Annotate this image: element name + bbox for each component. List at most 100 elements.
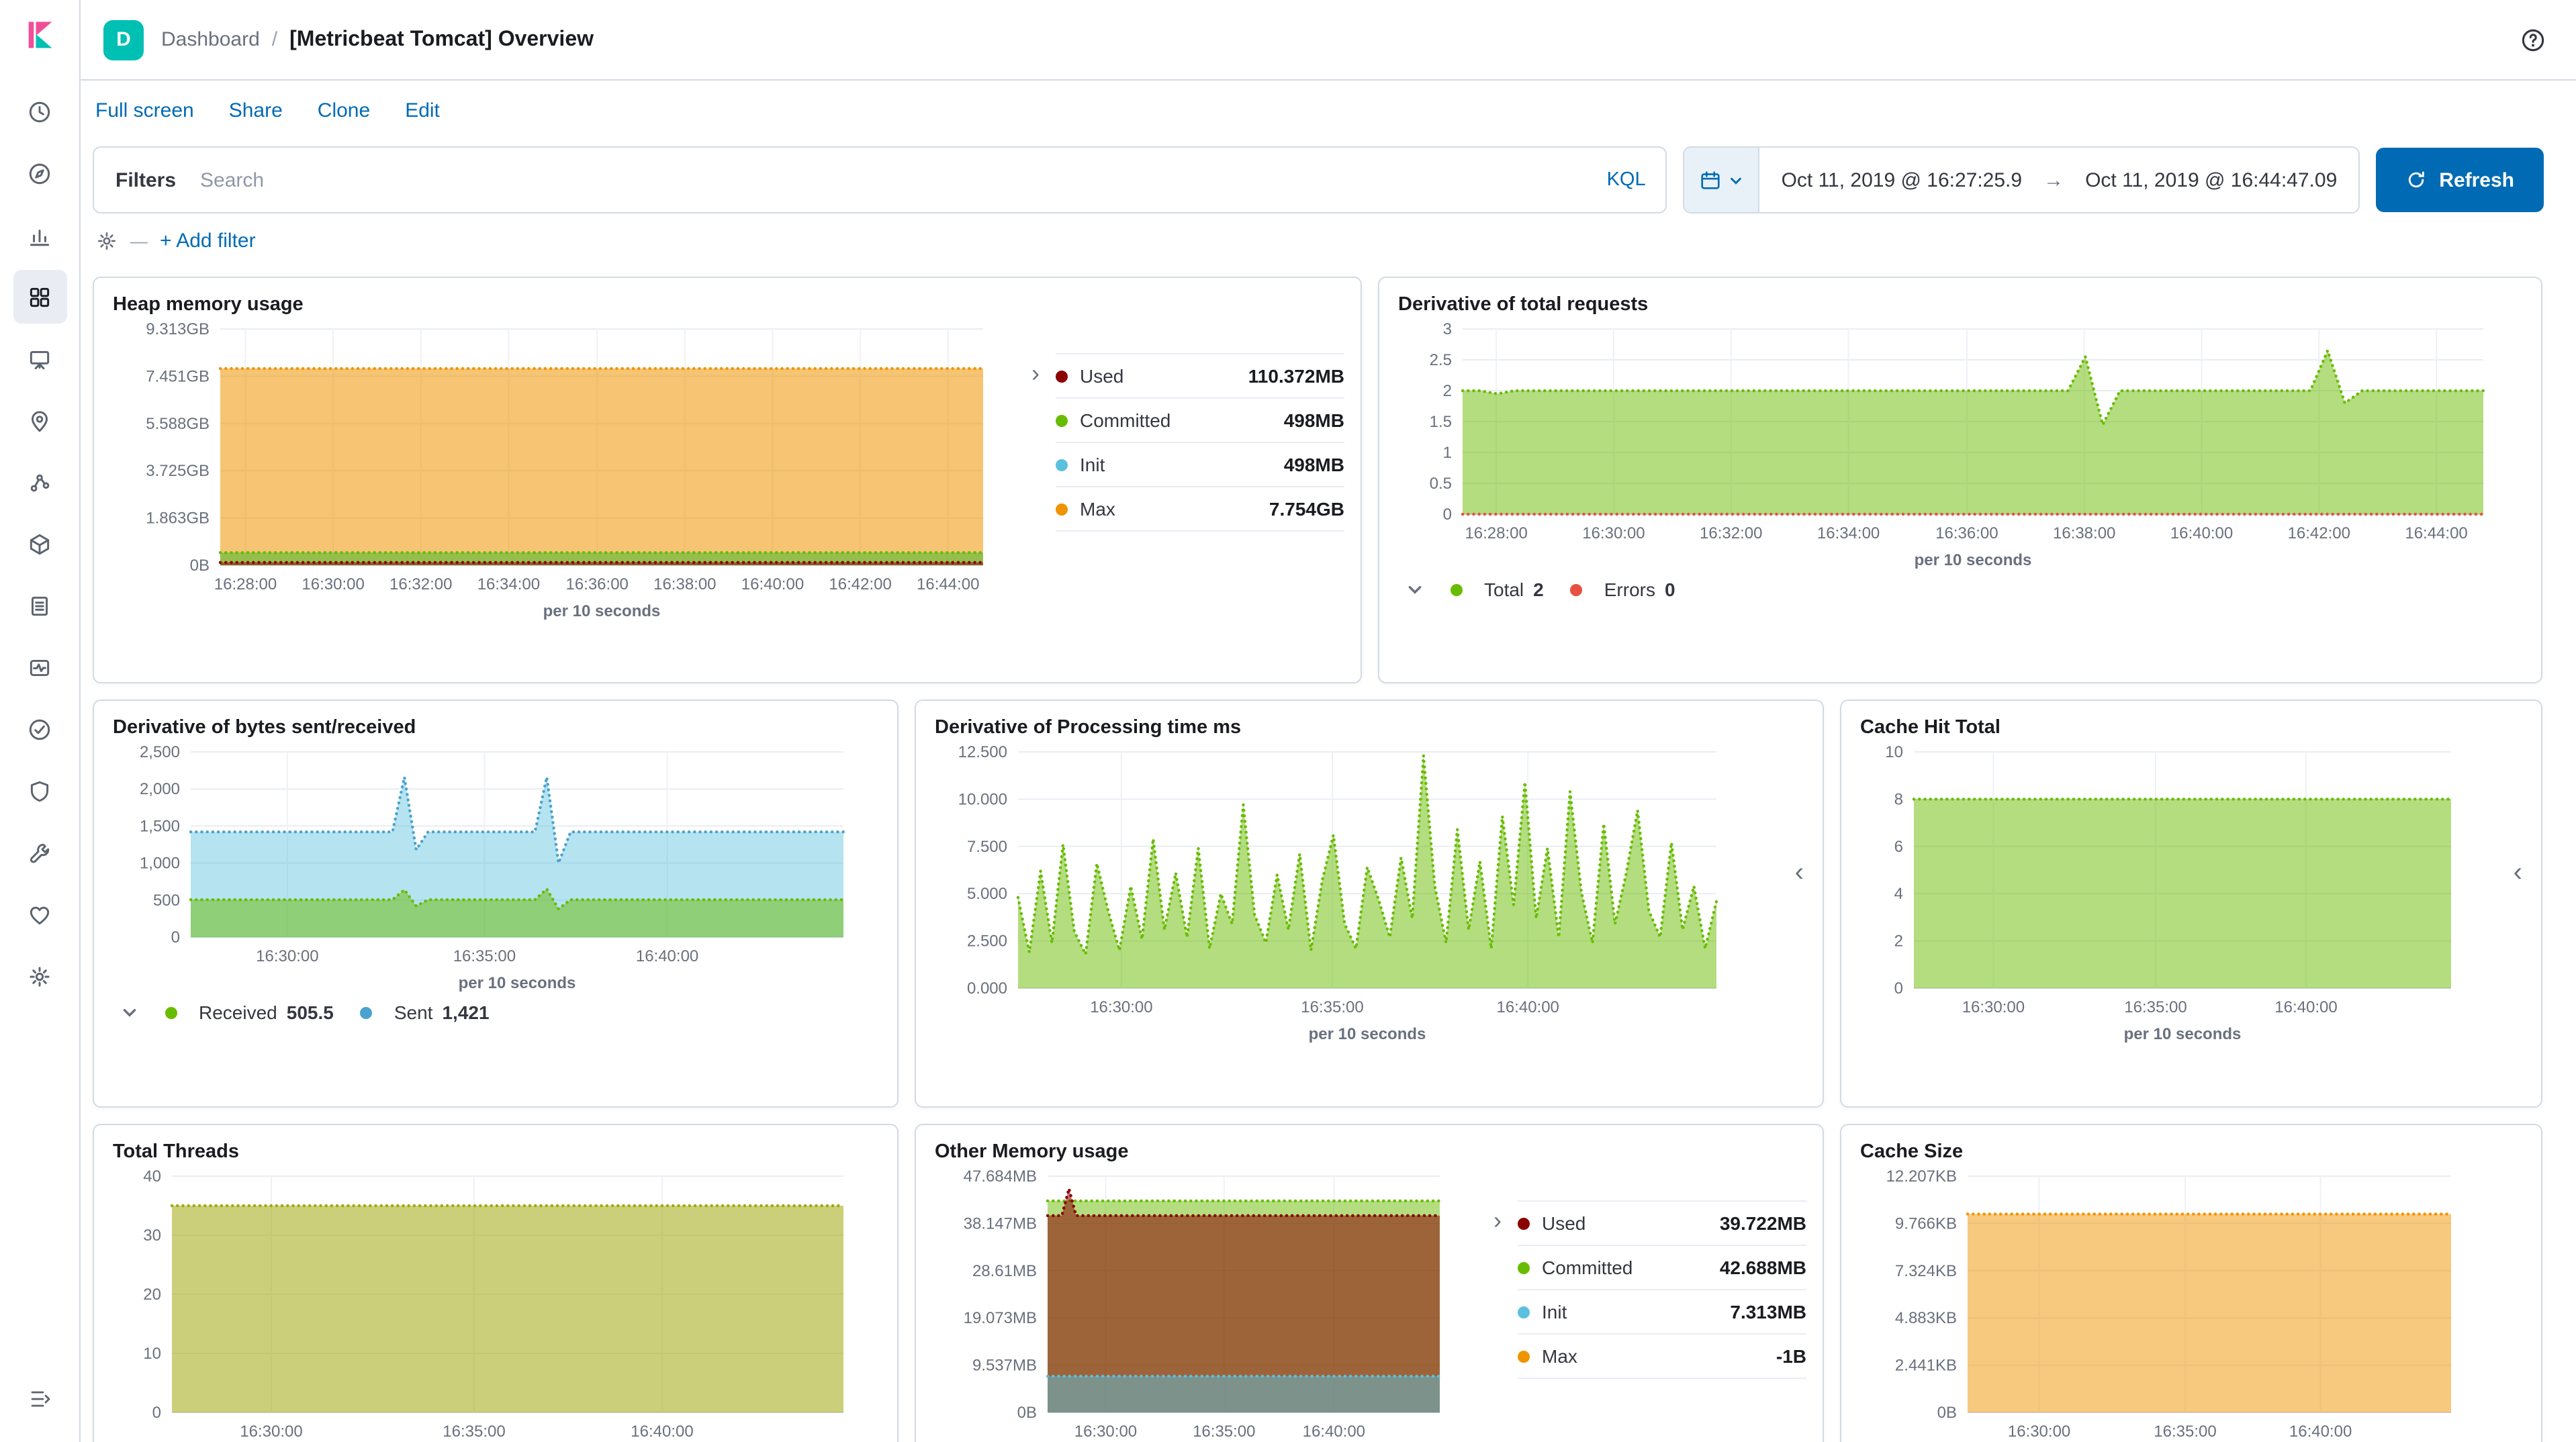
kql-toggle[interactable]: KQL: [1587, 169, 1666, 191]
processing-time-chart[interactable]: 12.50010.0007.5005.0002.5000.00016:30:00…: [932, 741, 1730, 1047]
edit-link[interactable]: Edit: [405, 99, 440, 122]
total-requests-chart[interactable]: 32.521.510.5016:28:0016:30:0016:32:0016:…: [1395, 318, 2497, 573]
svg-text:16:30:00: 16:30:00: [256, 947, 318, 965]
panel-title[interactable]: Heap memory usage: [113, 294, 304, 316]
legend-item[interactable]: Max-1B: [1518, 1335, 1806, 1379]
svg-text:9.766KB: 9.766KB: [1895, 1214, 1957, 1233]
query-bar: Filters KQL Oct 11, 2019 @ 16:27:25.9 → …: [81, 136, 2576, 213]
sidebar-item-dashboard[interactable]: [13, 270, 66, 324]
heap-memory-chart[interactable]: 9.313GB7.451GB5.588GB3.725GB1.863GB0B16:…: [110, 318, 997, 624]
legend-expand-chevron[interactable]: ‹: [1792, 859, 1806, 886]
collapse-menu-icon[interactable]: [13, 1372, 66, 1426]
panel-title[interactable]: Other Memory usage: [935, 1141, 1129, 1163]
uptime-icon: [27, 716, 52, 742]
svg-text:28.61MB: 28.61MB: [972, 1262, 1037, 1280]
sidebar-item-machine-learning[interactable]: [13, 455, 66, 509]
sidebar-item-management[interactable]: [13, 949, 66, 1003]
sidebar-item-maps[interactable]: [13, 393, 66, 447]
legend-item[interactable]: Errors0: [1571, 579, 1675, 600]
space-badge[interactable]: D: [103, 19, 144, 60]
calendar-button[interactable]: [1685, 148, 1760, 212]
legend-expand-chevron[interactable]: ‹: [2511, 859, 2525, 886]
sidebar-item-logs[interactable]: [13, 579, 66, 632]
legend-item[interactable]: Received505.5: [165, 1002, 334, 1023]
maps-icon: [27, 407, 52, 433]
panel-title[interactable]: Total Threads: [113, 1141, 239, 1163]
panel-title[interactable]: Derivative of Processing time ms: [935, 717, 1241, 738]
svg-text:9.313GB: 9.313GB: [146, 320, 210, 338]
sidebar-item-discover[interactable]: [13, 146, 66, 200]
svg-text:12.500: 12.500: [958, 743, 1007, 761]
add-filter-link[interactable]: + Add filter: [160, 230, 256, 252]
svg-text:16:30:00: 16:30:00: [1582, 524, 1645, 542]
legend-item[interactable]: Committed42.688MB: [1518, 1246, 1806, 1290]
canvas-icon: [27, 346, 52, 371]
sidebar-item-stack-monitoring[interactable]: [13, 887, 66, 941]
svg-text:20: 20: [143, 1286, 161, 1304]
svg-text:16:44:00: 16:44:00: [2405, 524, 2467, 542]
sidebar-item-apm[interactable]: [13, 640, 66, 694]
bytes-sent-received-chart[interactable]: 2,5002,0001,5001,000500016:30:0016:35:00…: [110, 741, 857, 996]
search-input[interactable]: [197, 167, 1587, 193]
date-start[interactable]: Oct 11, 2019 @ 16:27:25.9: [1760, 169, 2044, 191]
legend: Received505.5 Sent1,421: [110, 1002, 881, 1023]
svg-text:16:42:00: 16:42:00: [829, 575, 891, 593]
legend-chevron-down-icon[interactable]: [1406, 581, 1424, 598]
legend-color-dot: [1056, 414, 1068, 426]
breadcrumb-dashboard-link[interactable]: Dashboard: [161, 28, 260, 51]
filter-options-gear-icon[interactable]: [95, 230, 118, 252]
cache-hit-chart[interactable]: 108642016:30:0016:35:0016:40:00per 10 se…: [1857, 741, 2465, 1047]
panel-title[interactable]: Derivative of total requests: [1398, 294, 1648, 316]
dashboard-menu: Full screen Share Clone Edit: [81, 81, 2576, 136]
legend-item[interactable]: Total2: [1451, 579, 1544, 600]
clone-link[interactable]: Clone: [318, 99, 370, 122]
sidebar-item-dev-tools[interactable]: [13, 826, 66, 879]
sidebar-item-siem[interactable]: [13, 764, 66, 818]
search-bar: Filters KQL: [93, 146, 1667, 213]
svg-text:16:36:00: 16:36:00: [565, 575, 628, 593]
sidebar-item-visualize[interactable]: [13, 208, 66, 262]
sidebar-item-uptime[interactable]: [13, 702, 66, 756]
date-end[interactable]: Oct 11, 2019 @ 16:44:47.09: [2064, 169, 2358, 191]
svg-text:10: 10: [1885, 743, 1903, 761]
svg-text:7.324KB: 7.324KB: [1895, 1262, 1957, 1280]
legend-item[interactable]: Init7.313MB: [1518, 1290, 1806, 1335]
legend-item[interactable]: Max7.754GB: [1056, 487, 1344, 532]
legend-color-dot: [1056, 503, 1068, 515]
breadcrumb: Dashboard / [Metricbeat Tomcat] Overview: [161, 28, 594, 52]
legend: Total2 Errors0: [1395, 579, 2525, 600]
sidebar-item-canvas[interactable]: [13, 332, 66, 385]
panel-title[interactable]: Cache Hit Total: [1860, 717, 2000, 738]
legend-chevron-down-icon[interactable]: [121, 1004, 138, 1021]
svg-text:2,500: 2,500: [140, 743, 180, 761]
page-title: [Metricbeat Tomcat] Overview: [289, 28, 594, 52]
legend-item[interactable]: Committed498MB: [1056, 399, 1344, 443]
legend-color-dot: [1518, 1350, 1530, 1362]
svg-text:4: 4: [1894, 885, 1903, 903]
sidebar-item-infrastructure[interactable]: [13, 517, 66, 571]
legend-color-dot: [1571, 583, 1583, 595]
total-threads-chart[interactable]: 40302010016:30:0016:35:0016:40:00per 10 …: [110, 1165, 857, 1442]
kibana-logo[interactable]: [22, 17, 57, 59]
panel-title[interactable]: Derivative of bytes sent/received: [113, 717, 416, 738]
cache-size-chart[interactable]: 12.207KB9.766KB7.324KB4.883KB2.441KB0B16…: [1857, 1165, 2465, 1442]
legend-collapse-chevron[interactable]: ›: [1031, 361, 1040, 385]
filters-button[interactable]: Filters: [94, 148, 197, 212]
full-screen-link[interactable]: Full screen: [95, 99, 194, 122]
panel-title[interactable]: Cache Size: [1860, 1141, 1963, 1163]
dashboard-grid: Heap memory usage 9.313GB7.451GB5.588GB3…: [81, 255, 2576, 1442]
svg-text:16:36:00: 16:36:00: [1935, 524, 1998, 542]
legend-color-dot: [1056, 370, 1068, 382]
svg-text:16:35:00: 16:35:00: [443, 1423, 505, 1441]
refresh-button[interactable]: Refresh: [2376, 148, 2544, 212]
share-link[interactable]: Share: [229, 99, 283, 122]
legend-item[interactable]: Used39.722MB: [1518, 1202, 1806, 1246]
legend-collapse-chevron[interactable]: ›: [1493, 1208, 1502, 1233]
legend-item[interactable]: Sent1,421: [361, 1002, 490, 1023]
legend-item[interactable]: Init498MB: [1056, 443, 1344, 487]
help-icon[interactable]: [2520, 26, 2546, 53]
sidebar-item-recently-viewed[interactable]: [13, 85, 66, 138]
svg-text:19.073MB: 19.073MB: [964, 1309, 1037, 1327]
other-memory-chart[interactable]: 47.684MB38.147MB28.61MB19.073MB9.537MB0B…: [932, 1165, 1453, 1442]
legend-item[interactable]: Used110.372MB: [1056, 354, 1344, 399]
